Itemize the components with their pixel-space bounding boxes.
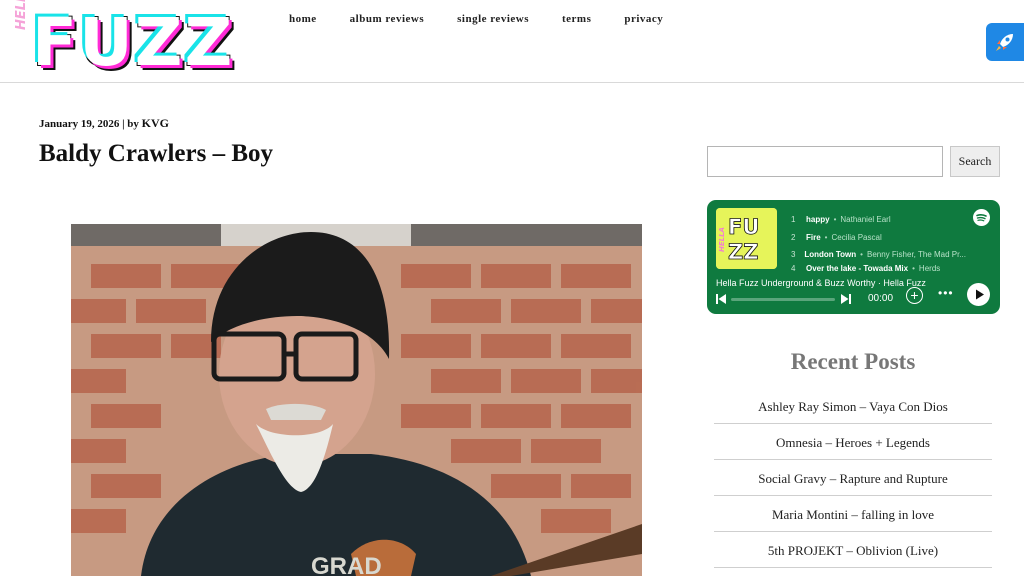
track-artist[interactable]: Nathaniel Earl xyxy=(840,215,890,224)
rocket-button[interactable] xyxy=(986,23,1024,61)
track-name: London Town xyxy=(804,250,857,260)
nav-privacy[interactable]: privacy xyxy=(624,13,663,25)
nav-home[interactable]: home xyxy=(289,13,317,25)
search-input[interactable] xyxy=(707,146,943,177)
nav-single-reviews[interactable]: single reviews xyxy=(457,13,529,25)
track-name: Fire xyxy=(806,232,821,242)
cover-small-text: HELLA xyxy=(718,227,726,252)
track-number: 4 xyxy=(791,263,796,273)
track-artist[interactable]: Herds xyxy=(919,264,940,273)
track-separator: • xyxy=(833,215,837,225)
add-to-library-icon[interactable]: + xyxy=(906,287,923,304)
track-number: 1 xyxy=(791,215,796,225)
previous-track-icon[interactable] xyxy=(715,293,727,305)
track-artist[interactable]: Benny Fisher, The Mad Pr... xyxy=(867,250,966,259)
musician-photo: GRAD xyxy=(71,224,642,576)
progress-bar[interactable] xyxy=(731,298,835,301)
track-row[interactable]: 4 Over the lake - Towada Mix • Herds xyxy=(791,264,966,273)
playback-time: 00:00 xyxy=(868,293,894,304)
recent-post-link[interactable]: Ashley Ray Simon – Vaya Con Dios xyxy=(714,388,992,424)
spotify-embed: HELLA FU ZZ 1 happy • Nathaniel Earl 2 F… xyxy=(707,200,1000,314)
cover-big-text-bottom: ZZ xyxy=(728,240,758,264)
playlist-cover[interactable]: HELLA FU ZZ xyxy=(716,208,777,269)
post-date[interactable]: January 19, 2026 xyxy=(39,118,119,130)
track-name: Over the lake - Towada Mix xyxy=(806,263,909,273)
track-name: happy xyxy=(806,215,830,225)
post-meta: January 19, 2026 | by KVG xyxy=(39,116,169,131)
track-row[interactable]: 2 Fire • Cecilia Pascal xyxy=(791,229,966,247)
site-logo[interactable]: HELLA FUZZ xyxy=(10,0,244,81)
play-icon xyxy=(976,289,984,300)
track-row[interactable]: 3 London Town • Benny Fisher, The Mad Pr… xyxy=(791,246,966,264)
nav-terms[interactable]: terms xyxy=(562,13,591,25)
recent-posts-list: Ashley Ray Simon – Vaya Con Dios Omnesia… xyxy=(714,388,992,568)
recent-post-link[interactable]: 5th PROJEKT – Oblivion (Live) xyxy=(714,532,992,568)
search-button[interactable]: Search xyxy=(950,146,1000,177)
logo-big-text: FUZZ xyxy=(32,4,235,81)
post-featured-image: GRAD xyxy=(71,224,642,576)
next-track-icon[interactable] xyxy=(840,293,852,305)
site-header: HELLA FUZZ home album reviews single rev… xyxy=(0,0,1024,83)
play-button[interactable] xyxy=(967,283,990,306)
spotify-logo-icon[interactable] xyxy=(973,209,990,226)
recent-post-link[interactable]: Maria Montini – falling in love xyxy=(714,496,992,532)
recent-post-link[interactable]: Social Gravy – Rapture and Rupture xyxy=(714,460,992,496)
track-artist[interactable]: Cecilia Pascal xyxy=(831,233,881,242)
nav-album-reviews[interactable]: album reviews xyxy=(350,13,424,25)
post-author[interactable]: KVG xyxy=(142,116,169,130)
more-options-icon[interactable]: ••• xyxy=(938,286,954,300)
recent-post-link[interactable]: Omnesia – Heroes + Legends xyxy=(714,424,992,460)
track-separator: • xyxy=(912,263,915,273)
track-separator: • xyxy=(824,232,828,242)
track-number: 2 xyxy=(791,232,796,242)
logo-small-text: HELLA xyxy=(14,0,29,30)
spotify-waves xyxy=(976,214,987,222)
track-list: 1 happy • Nathaniel Earl 2 Fire • Cecili… xyxy=(791,211,966,273)
svg-text:GRAD: GRAD xyxy=(311,553,382,576)
post-title: Baldy Crawlers – Boy xyxy=(39,140,274,167)
rocket-icon xyxy=(996,34,1013,51)
track-separator: • xyxy=(860,250,863,260)
playlist-cover-art: HELLA FU ZZ xyxy=(716,208,777,269)
main-nav: home album reviews single reviews terms … xyxy=(289,13,696,25)
playlist-name[interactable]: Hella Fuzz Underground & Buzz Worthy · H… xyxy=(716,278,926,288)
recent-posts-title: Recent Posts xyxy=(790,349,916,374)
track-row[interactable]: 1 happy • Nathaniel Earl xyxy=(791,211,966,229)
cover-big-text-top: FU xyxy=(728,215,759,239)
track-number: 3 xyxy=(791,250,796,260)
post-meta-separator: | by xyxy=(119,118,142,130)
